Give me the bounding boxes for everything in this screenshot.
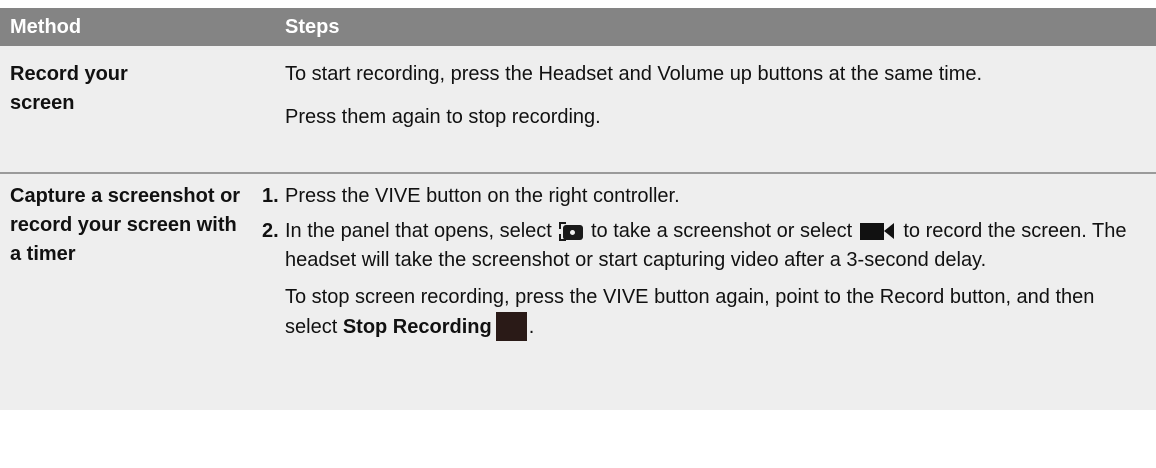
steps-cell: To start recording, press the Headset an… [262, 46, 1156, 172]
steps-cell: 1. Press the VIVE button on the right co… [262, 174, 1156, 410]
step-text-part: to take a screenshot or select [590, 220, 853, 242]
table-row: Record your screen To start recording, p… [0, 46, 1156, 174]
video-camera-icon [859, 222, 896, 240]
step-number: 2. [262, 220, 279, 242]
method-cell: Record your screen [10, 63, 128, 114]
numbered-step: 2. In the panel that opens, select to ta… [262, 217, 1146, 275]
stop-recording-label: Stop Recording [342, 316, 492, 338]
step-text-part: In the panel that opens, select [285, 220, 552, 242]
header-method: Method [10, 15, 82, 38]
header-steps: Steps [285, 15, 340, 38]
methods-table: Method Steps Record your screen To start… [0, 8, 1156, 410]
stop-recording-note: To stop screen recording, press the VIVE… [285, 283, 1146, 342]
step-paragraph: To start recording, press the Headset an… [285, 63, 983, 85]
camera-screenshot-icon [559, 222, 584, 241]
step-paragraph: Press them again to stop recording. [285, 106, 601, 128]
step-text: Press the VIVE button on the right contr… [285, 185, 680, 207]
table-row: Capture a screenshot or record your scre… [0, 174, 1156, 410]
stop-recording-icon [495, 312, 527, 341]
numbered-step: 1. Press the VIVE button on the right co… [262, 182, 1146, 211]
table-header: Method Steps [0, 8, 1156, 46]
method-cell: Capture a screenshot or record your scre… [10, 185, 241, 265]
step-text: In the panel that opens, select to take … [285, 217, 1146, 275]
note-end: . [528, 316, 535, 338]
step-number: 1. [262, 185, 279, 207]
